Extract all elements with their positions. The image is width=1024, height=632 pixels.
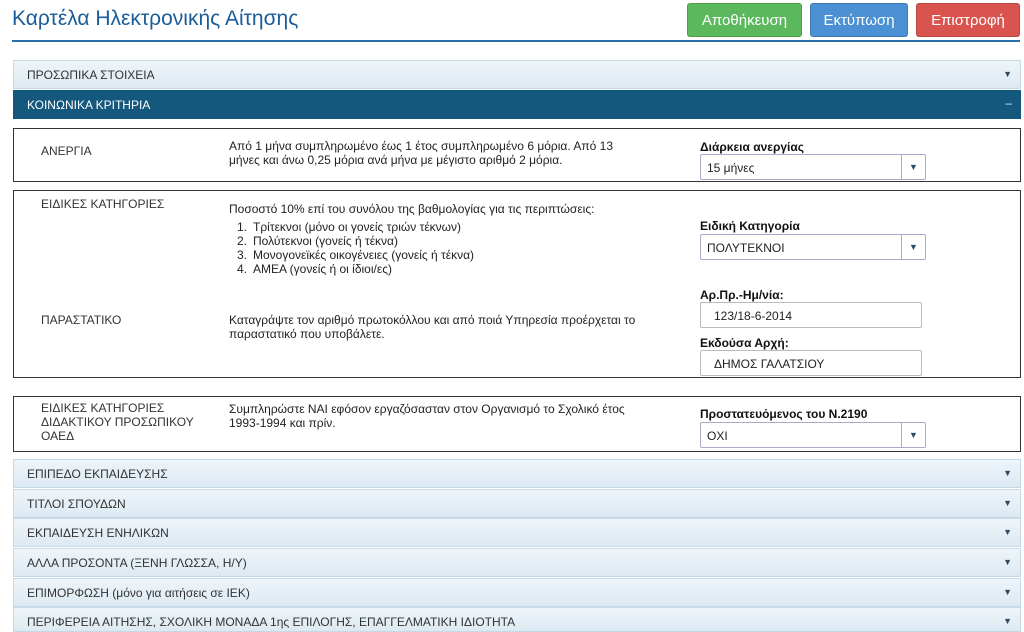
- section-adult-education[interactable]: ΕΚΠΑΙΔΕΥΣΗ ΕΝΗΛΙΚΩΝ ▼: [13, 518, 1021, 547]
- document-label: ΠΑΡΑΣΤΑΤΙΚΟ: [41, 313, 122, 327]
- chevron-down-icon: ▼: [1003, 616, 1012, 626]
- oaed-label-2: ΔΙΔΑΚΤΙΚΟΥ ΠΡΟΣΩΠΙΚΟΥ: [41, 415, 194, 429]
- section-social-label: ΚΟΙΝΩΝΙΚΑ ΚΡΙΤΗΡΙΑ: [27, 98, 151, 112]
- section-adult-education-label: ΕΚΠΑΙΔΕΥΣΗ ΕΝΗΛΙΚΩΝ: [27, 526, 169, 540]
- authority-field-label: Εκδούσα Αρχή:: [700, 336, 789, 350]
- special-categories-label: ΕΙΔΙΚΕΣ ΚΑΤΗΓΟΡΙΕΣ: [41, 197, 165, 211]
- authority-value: ΔΗΜΟΣ ΓΑΛΑΤΣΙΟΥ: [714, 357, 825, 371]
- oaed-panel: ΕΙΔΙΚΕΣ ΚΑΤΗΓΟΡΙΕΣ ΔΙΔΑΚΤΙΚΟΥ ΠΡΟΣΩΠΙΚΟΥ…: [13, 396, 1021, 452]
- protected-select[interactable]: ΟΧΙ ▼: [700, 422, 926, 448]
- unemployment-label: ΑΝΕΡΓΙΑ: [41, 144, 92, 158]
- protocol-input[interactable]: 123/18-6-2014: [700, 302, 922, 328]
- unemployment-duration-value: 15 μήνες: [707, 161, 755, 175]
- chevron-down-icon: ▼: [1003, 527, 1012, 537]
- oaed-label-3: ΟΑΕΔ: [41, 429, 75, 443]
- section-social[interactable]: ΚΟΙΝΩΝΙΚΑ ΚΡΙΤΗΡΙΑ –: [13, 90, 1021, 119]
- print-button[interactable]: Εκτύπωση: [810, 3, 908, 37]
- collapse-icon: –: [1005, 96, 1012, 110]
- document-desc-2: παραστατικό που υποβάλετε.: [229, 327, 385, 341]
- special-categories-list: 1. Τρίτεκνοι (μόνο οι γονείς τριών τέκνων…: [229, 220, 474, 276]
- list-item: 1. Τρίτεκνοι (μόνο οι γονείς τριών τέκνων…: [236, 220, 462, 234]
- section-degrees[interactable]: ΤΙΤΛΟΙ ΣΠΟΥΔΩΝ ▼: [13, 489, 1021, 518]
- chevron-down-icon[interactable]: ▼: [901, 155, 925, 179]
- special-category-field-label: Ειδική Κατηγορία: [700, 219, 800, 233]
- section-region[interactable]: ΠΕΡΙΦΕΡΕΙΑ ΑΙΤΗΣΗΣ, ΣΧΟΛΙΚΗ ΜΟΝΑΔΑ 1ης Ε…: [13, 607, 1021, 632]
- protocol-value: 123/18-6-2014: [714, 309, 793, 323]
- section-training-label: ΕΠΙΜΟΡΦΩΣΗ (μόνο για αιτήσεις σε ΙΕΚ): [27, 586, 250, 600]
- special-category-select[interactable]: ΠΟΛΥΤΕΚΝΟΙ ▼: [700, 234, 926, 260]
- chevron-down-icon[interactable]: ▼: [901, 423, 925, 447]
- list-item: 3. Μονογονεϊκές οικογένειες (γονείς ή τέκ…: [236, 248, 475, 262]
- section-other-skills[interactable]: ΑΛΛΑ ΠΡΟΣΟΝΤΑ (ΞΕΝΗ ΓΛΩΣΣΑ, Η/Υ) ▼: [13, 548, 1021, 577]
- unemployment-duration-select[interactable]: 15 μήνες ▼: [700, 154, 926, 180]
- page-title: Καρτέλα Ηλεκτρονικής Αίτησης: [12, 7, 299, 30]
- special-category-value: ΠΟΛΥΤΕΚΝΟΙ: [707, 241, 785, 255]
- unemployment-desc-1: Από 1 μήνα συμπληρωμένο έως 1 έτος συμπλ…: [229, 139, 613, 153]
- back-button[interactable]: Επιστροφή: [916, 3, 1020, 37]
- chevron-down-icon: ▼: [1003, 557, 1012, 567]
- oaed-desc-2: 1993-1994 και πρίν.: [229, 416, 336, 430]
- special-categories-desc: Ποσοστό 10% επί του συνόλου της βαθμολογ…: [229, 202, 595, 216]
- list-item: 2. Πολύτεκνοι (γονείς ή τέκνα): [236, 234, 398, 248]
- unemployment-panel: ΑΝΕΡΓΙΑ Από 1 μήνα συμπληρωμένο έως 1 έτ…: [13, 128, 1021, 182]
- section-region-label: ΠΕΡΙΦΕΡΕΙΑ ΑΙΤΗΣΗΣ, ΣΧΟΛΙΚΗ ΜΟΝΑΔΑ 1ης Ε…: [27, 615, 516, 629]
- chevron-down-icon: ▼: [1003, 69, 1012, 79]
- chevron-down-icon: ▼: [1003, 468, 1012, 478]
- section-personal-label: ΠΡΟΣΩΠΙΚΑ ΣΤΟΙΧΕΙΑ: [27, 68, 155, 82]
- section-personal[interactable]: ΠΡΟΣΩΠΙΚΑ ΣΤΟΙΧΕΙΑ ▼: [13, 60, 1021, 89]
- oaed-label-1: ΕΙΔΙΚΕΣ ΚΑΤΗΓΟΡΙΕΣ: [41, 401, 165, 415]
- save-button[interactable]: Αποθήκευση: [687, 3, 802, 37]
- chevron-down-icon: ▼: [1003, 587, 1012, 597]
- document-desc-1: Καταγράψτε τον αριθμό πρωτοκόλλου και απ…: [229, 313, 636, 327]
- chevron-down-icon[interactable]: ▼: [901, 235, 925, 259]
- chevron-down-icon: ▼: [1003, 498, 1012, 508]
- section-other-skills-label: ΑΛΛΑ ΠΡΟΣΟΝΤΑ (ΞΕΝΗ ΓΛΩΣΣΑ, Η/Υ): [27, 556, 247, 570]
- protected-value: ΟΧΙ: [707, 429, 728, 443]
- protocol-field-label: Αρ.Πρ.-Ημ/νία:: [700, 288, 784, 302]
- section-degrees-label: ΤΙΤΛΟΙ ΣΠΟΥΔΩΝ: [27, 497, 126, 511]
- section-training[interactable]: ΕΠΙΜΟΡΦΩΣΗ (μόνο για αιτήσεις σε ΙΕΚ) ▼: [13, 578, 1021, 607]
- section-education-level[interactable]: ΕΠΙΠΕΔΟ ΕΚΠΑΙΔΕΥΣΗΣ ▼: [13, 459, 1021, 488]
- authority-input[interactable]: ΔΗΜΟΣ ΓΑΛΑΤΣΙΟΥ: [700, 350, 922, 376]
- section-education-level-label: ΕΠΙΠΕΔΟ ΕΚΠΑΙΔΕΥΣΗΣ: [27, 467, 168, 481]
- protected-field-label: Προστατευόμενος του Ν.2190: [700, 407, 868, 421]
- oaed-desc-1: Συμπληρώστε ΝΑΙ εφόσον εργαζόσασταν στον…: [229, 402, 625, 416]
- unemployment-field-label: Διάρκεια ανεργίας: [700, 140, 804, 154]
- special-categories-panel: ΕΙΔΙΚΕΣ ΚΑΤΗΓΟΡΙΕΣ Ποσοστό 10% επί του σ…: [13, 190, 1021, 378]
- list-item: 4. ΑΜΕΑ (γονείς ή οι ίδιοι/ες): [236, 262, 392, 276]
- unemployment-desc-2: μήνες και άνω 0,25 μόρια ανά μήνα με μέγ…: [229, 153, 563, 167]
- page-header: Καρτέλα Ηλεκτρονικής Αίτησης Αποθήκευση …: [12, 0, 1020, 42]
